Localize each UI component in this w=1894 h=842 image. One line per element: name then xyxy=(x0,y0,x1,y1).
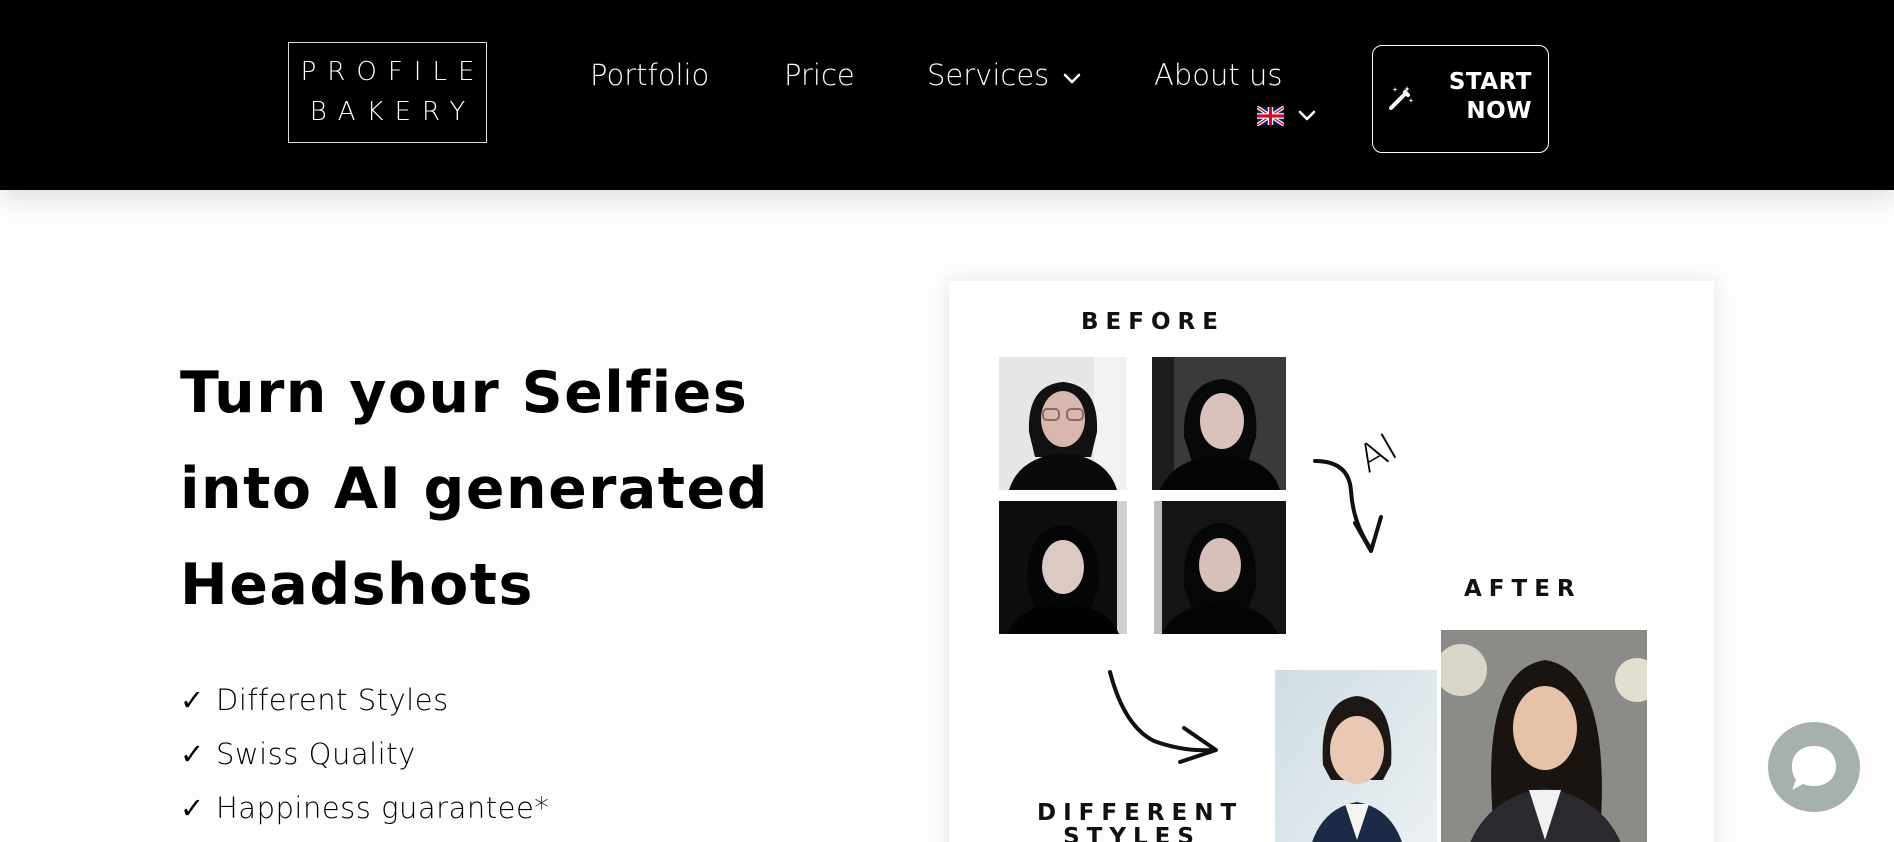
cta-line-1: START xyxy=(1448,69,1532,95)
hero-headline: Turn your Selfies into AI generated Head… xyxy=(180,345,780,633)
nav-services[interactable]: Services xyxy=(927,58,1081,92)
check-icon: ✓ xyxy=(180,737,205,771)
before-after-card: BEFORE AI AFTER DIFFERENT STYLES xyxy=(949,281,1714,842)
nav-price[interactable]: Price xyxy=(784,58,855,92)
selfie-photo-2 xyxy=(1152,357,1286,490)
start-now-label: START NOW xyxy=(1449,68,1532,126)
feature-label: Swiss Quality xyxy=(216,737,416,771)
uk-flag-icon xyxy=(1257,106,1284,126)
nav-portfolio[interactable]: Portfolio xyxy=(590,58,709,92)
feature-item: ✓ Different Styles xyxy=(180,680,549,734)
chevron-down-icon xyxy=(1063,73,1081,85)
feature-label: Happiness guarantee* xyxy=(216,791,550,825)
feature-label: Different Styles xyxy=(216,683,449,717)
headline-line-2: into AI generated xyxy=(180,456,770,522)
selfie-photo-3 xyxy=(999,501,1127,634)
chat-bubble-icon xyxy=(1792,746,1836,790)
chevron-down-icon xyxy=(1298,107,1316,126)
check-icon: ✓ xyxy=(180,791,205,825)
chat-widget-button[interactable] xyxy=(1768,722,1860,812)
headline-line-1: Turn your Selfies xyxy=(180,360,749,426)
before-label: BEFORE xyxy=(1081,309,1225,335)
magic-wand-icon xyxy=(1387,84,1415,116)
profile-bakery-logo[interactable]: PROFILE BAKERY xyxy=(288,42,487,143)
logo-line-1: PROFILE xyxy=(300,57,486,87)
headline-line-3: Headshots xyxy=(180,552,534,618)
selfie-photo-4 xyxy=(1154,501,1286,634)
language-selector[interactable] xyxy=(1257,106,1316,126)
site-header: PROFILE BAKERY Portfolio Price Services … xyxy=(0,0,1894,190)
feature-item: ✓ Happiness guarantee* xyxy=(180,788,549,842)
ai-headshot-photo-2 xyxy=(1441,630,1647,842)
nav-services-label: Services xyxy=(927,58,1050,92)
start-now-button[interactable]: START NOW xyxy=(1372,45,1549,153)
styles-arrow-icon xyxy=(1108,670,1218,764)
cta-line-2: NOW xyxy=(1466,98,1532,124)
selfie-photo-1 xyxy=(999,357,1127,490)
nav-about-us[interactable]: About us xyxy=(1154,58,1282,92)
feature-list: ✓ Different Styles ✓ Swiss Quality ✓ Happin… xyxy=(180,680,549,842)
check-icon: ✓ xyxy=(180,683,205,717)
ai-headshot-photo-1 xyxy=(1275,670,1437,842)
logo-line-2: BAKERY xyxy=(309,97,477,127)
different-styles-label: DIFFERENT STYLES xyxy=(1037,800,1244,842)
feature-item: ✓ Swiss Quality xyxy=(180,734,549,788)
after-label: AFTER xyxy=(1464,576,1582,602)
